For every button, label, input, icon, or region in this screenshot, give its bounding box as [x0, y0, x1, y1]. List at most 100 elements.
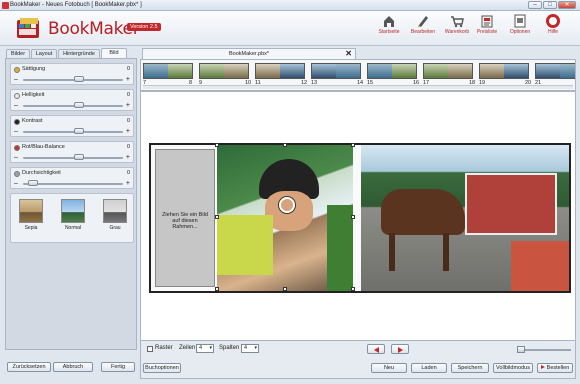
lifebuoy-icon: [546, 14, 560, 28]
strip-scrollbar[interactable]: [143, 85, 573, 89]
raster-label: Raster: [155, 345, 173, 351]
prev-page-button[interactable]: [367, 344, 385, 354]
toolbar-label: Optionen: [509, 29, 531, 35]
decrease-button[interactable]: –: [14, 102, 18, 109]
tab-hintergruende[interactable]: Hintergründe: [58, 49, 100, 58]
raster-checkbox[interactable]: [147, 346, 153, 352]
resize-handle[interactable]: [351, 215, 355, 219]
increase-button[interactable]: +: [126, 76, 130, 83]
tab-layout[interactable]: Layout: [31, 49, 57, 58]
decrease-button[interactable]: –: [14, 154, 18, 161]
resize-handle[interactable]: [215, 287, 219, 291]
title-bar: BookMaker - Neues Fotobuch [ BookMaker.p…: [0, 0, 580, 11]
page-thumbnail[interactable]: [367, 63, 417, 79]
page-thumbnail-half: [200, 64, 224, 78]
close-document-icon[interactable]: ✕: [345, 49, 352, 59]
page-thumbnail-half: [560, 64, 575, 78]
slider-thumb[interactable]: [73, 76, 84, 82]
color-balance-icon: [14, 145, 20, 151]
page-thumbnail-half: [312, 64, 336, 78]
toolbar-label: Startseite: [378, 29, 400, 35]
book-canvas: Ziehen Sie ein Bild auf diesen Rahmen...: [140, 91, 576, 341]
photo-horse: [381, 189, 465, 235]
fullscreen-button[interactable]: Vollbildmodus: [493, 363, 533, 373]
tab-bild[interactable]: Bild: [101, 48, 127, 58]
adjust-label: Rot/Blau-Balance: [22, 144, 65, 150]
done-button[interactable]: Fertig: [101, 362, 135, 372]
book-logo-icon: [17, 18, 39, 38]
page-thumbnail[interactable]: [535, 63, 575, 79]
effect-label: Sepia: [24, 225, 38, 231]
new-button[interactable]: Neu: [371, 363, 407, 373]
slider-thumb[interactable]: [27, 180, 38, 186]
bottom-toolbar: Raster Zeilen 4 ▾ Spalten 4 ▾ Buchoption…: [140, 341, 576, 379]
page-thumbnail[interactable]: [199, 63, 249, 79]
increase-button[interactable]: +: [126, 128, 130, 135]
page-thumbnail-half: [336, 64, 360, 78]
photo-horse-carriage[interactable]: [361, 145, 569, 291]
chevron-down-icon: ▾: [209, 345, 212, 351]
zoom-slider-thumb[interactable]: [517, 346, 525, 353]
effect-sepia[interactable]: Sepia: [17, 199, 45, 231]
adjust-rot-blau-balance: Rot/Blau-Balance 0 – +: [10, 141, 134, 163]
page-spread: Ziehen Sie ein Bild auf diesen Rahmen...: [149, 143, 571, 293]
toolbar-bearbeiten[interactable]: Bearbeiten: [406, 14, 440, 44]
slider-thumb[interactable]: [73, 128, 84, 134]
page-strip[interactable]: 78910111213141516171819202122: [140, 59, 576, 91]
effect-grau[interactable]: Grau: [101, 199, 129, 231]
decrease-button[interactable]: –: [14, 180, 18, 187]
toolbar-startseite[interactable]: Startseite: [372, 14, 406, 44]
adjust-saettigung: Sättigung 0 – +: [10, 63, 134, 85]
pencil-icon: [418, 16, 428, 27]
effect-normal[interactable]: Normal: [59, 199, 87, 231]
rotate-handle-icon[interactable]: [279, 197, 295, 213]
increase-button[interactable]: +: [126, 180, 130, 187]
tab-bilder[interactable]: Bilder: [6, 49, 30, 58]
resize-handle[interactable]: [215, 215, 219, 219]
photo-foliage: [327, 205, 353, 291]
adjust-helligkeit: Helligkeit 0 – +: [10, 89, 134, 111]
adjust-durchsichtigkeit: Durchsichtigkeit 0 – +: [10, 167, 134, 189]
slider-thumb[interactable]: [73, 154, 84, 160]
pricelist-icon: [481, 15, 493, 28]
rows-select[interactable]: 4 ▾: [196, 344, 214, 353]
increase-button[interactable]: +: [126, 102, 130, 109]
page-thumbnail[interactable]: [479, 63, 529, 79]
close-window-button[interactable]: ✕: [558, 1, 576, 9]
reset-button[interactable]: Zurücksetzen: [7, 362, 51, 372]
document-tab[interactable]: BookMaker.pbx* ✕: [142, 48, 356, 59]
next-page-button[interactable]: [391, 344, 409, 354]
slider-thumb[interactable]: [73, 102, 84, 108]
document-tab-title: BookMaker.pbx*: [228, 51, 270, 57]
zoom-slider-track[interactable]: [517, 349, 571, 351]
effects-group: Sepia Normal Grau: [10, 193, 134, 243]
order-button[interactable]: Bestellen: [537, 363, 573, 373]
photo-boy[interactable]: [217, 145, 353, 291]
resize-handle[interactable]: [351, 287, 355, 291]
left-panel: Bilder Layout Hintergründe Bild Sättigun…: [5, 48, 137, 379]
toolbar-preisliste[interactable]: Preisliste: [470, 14, 504, 44]
page-thumbnail[interactable]: [143, 63, 193, 79]
toolbar-warenkorb[interactable]: Warenkorb: [440, 14, 474, 44]
resize-handle[interactable]: [283, 143, 287, 147]
decrease-button[interactable]: –: [14, 76, 18, 83]
decrease-button[interactable]: –: [14, 128, 18, 135]
resize-handle[interactable]: [215, 143, 219, 147]
increase-button[interactable]: +: [126, 154, 130, 161]
minimize-button[interactable]: –: [528, 1, 542, 9]
page-thumbnail[interactable]: [423, 63, 473, 79]
load-button[interactable]: Laden: [411, 363, 447, 373]
page-thumbnail[interactable]: [311, 63, 361, 79]
resize-handle[interactable]: [351, 143, 355, 147]
save-button[interactable]: Speichern: [451, 363, 489, 373]
toolbar-hilfe[interactable]: Hilfe: [536, 14, 570, 44]
slider-track[interactable]: [23, 183, 123, 185]
page-thumbnail[interactable]: [255, 63, 305, 79]
cancel-button[interactable]: Abbruch: [53, 362, 93, 372]
cols-select[interactable]: 4 ▾: [241, 344, 259, 353]
maximize-button[interactable]: □: [543, 1, 557, 9]
toolbar-optionen[interactable]: Optionen: [503, 14, 537, 44]
resize-handle[interactable]: [283, 287, 287, 291]
empty-photo-frame[interactable]: Ziehen Sie ein Bild auf diesen Rahmen...: [155, 149, 215, 287]
book-options-button[interactable]: Buchoptionen: [143, 363, 181, 373]
